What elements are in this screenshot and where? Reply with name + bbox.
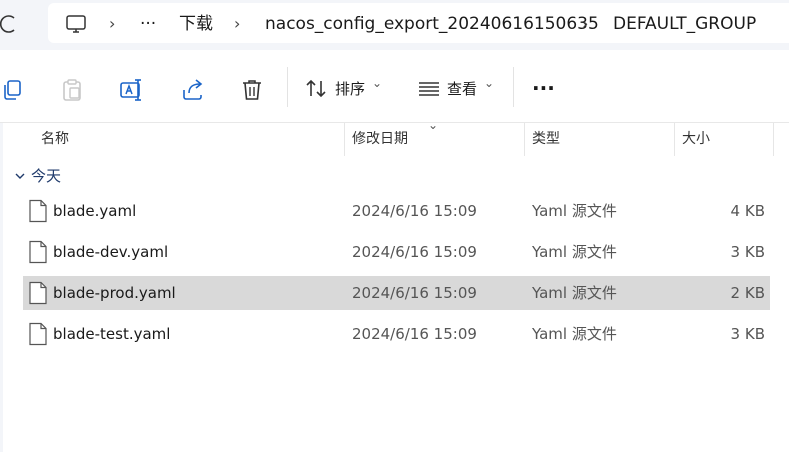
- toolbar-border: [0, 122, 789, 123]
- view-label: 查看: [447, 80, 478, 98]
- file-icon: [28, 281, 48, 305]
- file-size: 3 KB: [730, 243, 765, 261]
- group-header-today[interactable]: 今天: [31, 165, 61, 187]
- list-item-selected[interactable]: blade-prod.yaml 2024/6/16 15:09 Yaml 源文件…: [23, 276, 770, 310]
- column-header-name[interactable]: 名称: [41, 128, 69, 150]
- column-divider[interactable]: [674, 123, 675, 156]
- toolbar-divider: [513, 67, 514, 107]
- file-name: blade-test.yaml: [53, 325, 171, 343]
- breadcrumb-separator: ›: [582, 14, 589, 33]
- breadcrumb-separator: ›: [234, 14, 241, 33]
- sort-label: 排序: [335, 80, 366, 98]
- this-pc-icon[interactable]: [64, 12, 88, 36]
- column-header-type[interactable]: 类型: [532, 128, 560, 150]
- chevron-down-icon: ⌄: [484, 76, 495, 90]
- chevron-down-icon[interactable]: [13, 168, 27, 182]
- file-name: blade.yaml: [53, 202, 137, 220]
- file-type: Yaml 源文件: [532, 202, 617, 220]
- sort-icon: [304, 76, 330, 102]
- list-item[interactable]: blade.yaml 2024/6/16 15:09 Yaml 源文件 4 KB: [23, 194, 770, 228]
- list-item[interactable]: blade-test.yaml 2024/6/16 15:09 Yaml 源文件…: [23, 317, 770, 351]
- chevron-down-icon: ⌄: [372, 76, 383, 90]
- view-button[interactable]: 查看 ⌄: [414, 74, 502, 104]
- breadcrumb-item-export-folder[interactable]: nacos_config_export_20240616150635: [265, 12, 599, 36]
- file-type: Yaml 源文件: [532, 284, 617, 302]
- more-options-button[interactable]: ···: [532, 76, 555, 100]
- view-list-icon: [416, 76, 442, 102]
- file-icon: [28, 199, 48, 223]
- file-icon: [28, 322, 48, 346]
- column-header-date[interactable]: 修改日期: [352, 128, 408, 150]
- list-item[interactable]: blade-dev.yaml 2024/6/16 15:09 Yaml 源文件 …: [23, 235, 770, 269]
- share-icon[interactable]: [180, 77, 206, 103]
- file-size: 2 KB: [730, 284, 765, 302]
- paste-icon[interactable]: [59, 77, 85, 103]
- file-type: Yaml 源文件: [532, 243, 617, 261]
- file-size: 4 KB: [730, 202, 765, 220]
- file-name: blade-dev.yaml: [53, 243, 169, 261]
- column-divider[interactable]: [524, 123, 525, 156]
- file-date: 2024/6/16 15:09: [352, 202, 477, 220]
- column-divider[interactable]: [773, 123, 774, 156]
- nav-pane-edge: [0, 123, 3, 452]
- sort-button[interactable]: 排序 ⌄: [302, 74, 390, 104]
- file-name: blade-prod.yaml: [53, 284, 176, 302]
- column-divider[interactable]: [344, 123, 345, 156]
- breadcrumb-item-default-group[interactable]: DEFAULT_GROUP: [613, 12, 756, 36]
- file-date: 2024/6/16 15:09: [352, 243, 477, 261]
- breadcrumb-more[interactable]: ···: [140, 12, 156, 36]
- delete-icon[interactable]: [239, 77, 265, 103]
- toolbar-divider: [287, 67, 288, 107]
- file-date: 2024/6/16 15:09: [352, 284, 477, 302]
- breadcrumb-item-downloads[interactable]: 下载: [179, 12, 213, 36]
- file-date: 2024/6/16 15:09: [352, 325, 477, 343]
- file-icon: [28, 240, 48, 264]
- sort-descending-icon: ⌄: [428, 118, 439, 132]
- file-type: Yaml 源文件: [532, 325, 617, 343]
- copy-icon[interactable]: [0, 77, 26, 103]
- column-header-size[interactable]: 大小: [682, 128, 710, 150]
- rename-icon[interactable]: [118, 77, 144, 103]
- breadcrumb-separator: ›: [109, 14, 116, 33]
- file-size: 3 KB: [730, 325, 765, 343]
- refresh-icon[interactable]: [0, 12, 20, 36]
